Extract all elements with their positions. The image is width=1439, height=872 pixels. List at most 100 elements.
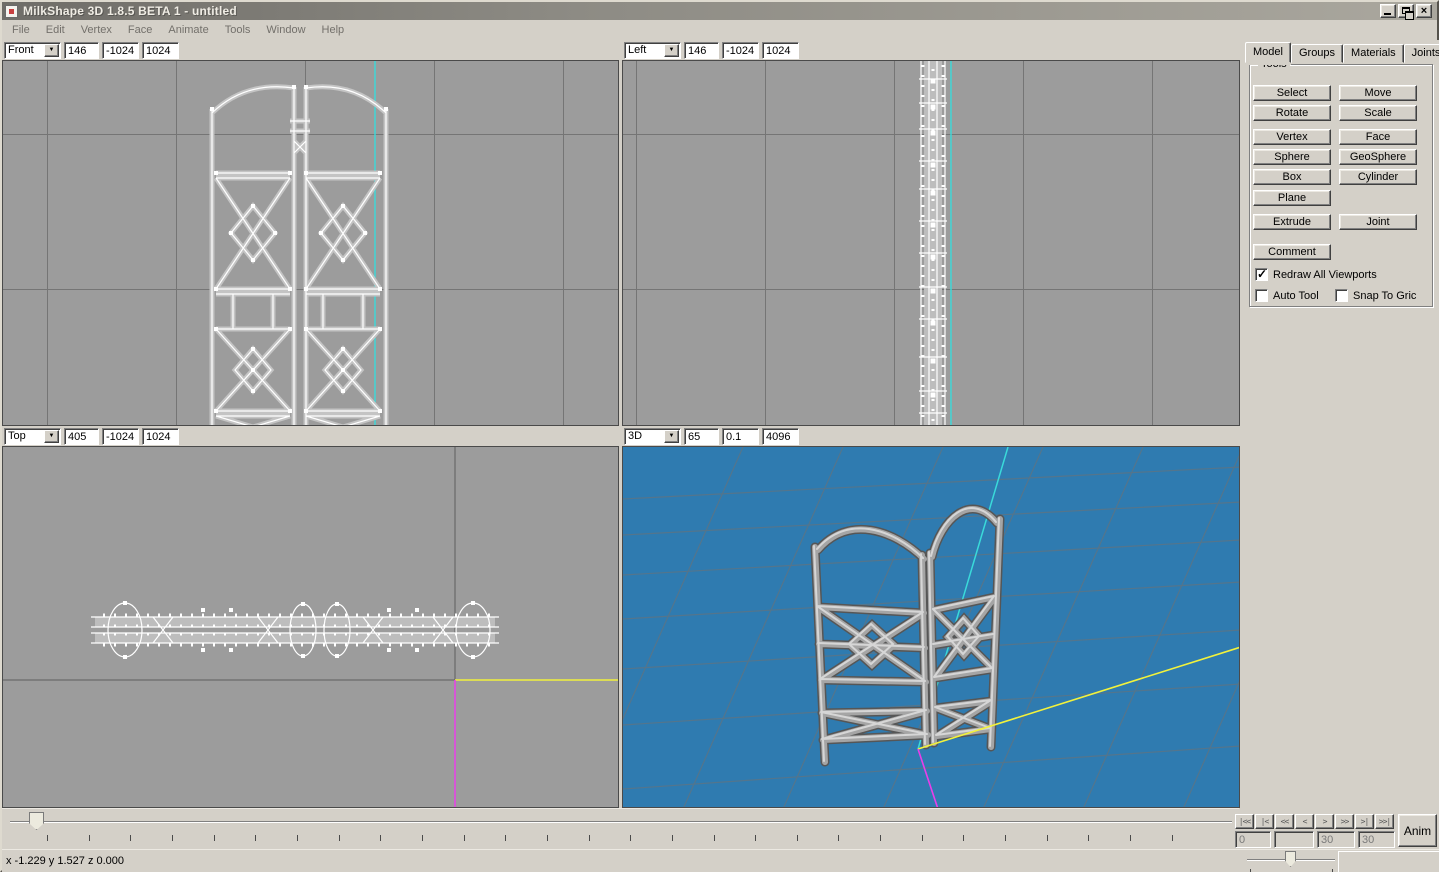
tab-model[interactable]: Model xyxy=(1245,42,1291,63)
checkbox-label: Snap To Gric xyxy=(1353,290,1416,302)
coordinates-readout: x -1.229 y 1.527 z 0.000 xyxy=(6,855,124,867)
anim-toggle-button[interactable]: Anim xyxy=(1398,814,1437,847)
select-button[interactable]: Select xyxy=(1253,85,1331,101)
3d-view-mode: 3D xyxy=(625,430,664,442)
face-button[interactable]: Face xyxy=(1339,129,1417,145)
close-button[interactable]: × xyxy=(1416,4,1432,18)
extrude-button[interactable]: Extrude xyxy=(1253,214,1331,230)
top-viewport-canvas[interactable] xyxy=(2,446,619,808)
box-button[interactable]: Box xyxy=(1253,169,1331,185)
transport-button[interactable]: > xyxy=(1315,814,1334,829)
sphere-button[interactable]: Sphere xyxy=(1253,149,1331,165)
left-viewport-canvas[interactable] xyxy=(622,60,1240,426)
front-near-field[interactable]: -1024 xyxy=(102,42,139,59)
top-far-field[interactable]: 1024 xyxy=(142,428,179,445)
milkshape-window: MilkShape 3D 1.8.5 BETA 1 - untitled × F… xyxy=(0,0,1439,872)
3d-near-field[interactable]: 0.1 xyxy=(722,428,759,445)
left-view-select[interactable]: Left ▼ xyxy=(624,42,681,59)
3d-far-field[interactable]: 4096 xyxy=(762,428,799,445)
timeline-track[interactable] xyxy=(10,821,1232,823)
chevron-down-icon[interactable]: ▼ xyxy=(44,430,59,443)
app-icon xyxy=(5,5,18,18)
transport-button[interactable]: >> xyxy=(1335,814,1354,829)
top-viewport-header: Top ▼ 405 -1024 1024 xyxy=(2,426,619,446)
menu-item[interactable]: Animate xyxy=(160,21,216,40)
checkbox-icon[interactable] xyxy=(1255,289,1268,302)
transport-button[interactable]: |<< xyxy=(1235,814,1254,829)
front-wireframe-model xyxy=(3,61,619,426)
chevron-down-icon[interactable]: ▼ xyxy=(664,44,679,57)
top-wireframe-model xyxy=(3,447,619,808)
tab-joints[interactable]: Joints xyxy=(1404,44,1439,63)
transport-button[interactable]: >>| xyxy=(1375,814,1394,829)
speed-slider-thumb[interactable] xyxy=(1285,851,1296,867)
anim-frame-current-field[interactable] xyxy=(1274,831,1314,848)
anim-frame-end-field[interactable]: 30 xyxy=(1317,831,1355,848)
rotate-button[interactable]: Rotate xyxy=(1253,105,1331,121)
comment-button[interactable]: Comment xyxy=(1253,244,1331,260)
window-title: MilkShape 3D 1.8.5 BETA 1 - untitled xyxy=(23,4,237,18)
menu-item[interactable]: Vertex xyxy=(73,21,120,40)
plane-button[interactable]: Plane xyxy=(1253,190,1331,206)
menu-item[interactable]: Window xyxy=(258,21,313,40)
scale-button[interactable]: Scale xyxy=(1339,105,1417,121)
cylinder-button[interactable]: Cylinder xyxy=(1339,169,1417,185)
front-viewport-canvas[interactable] xyxy=(2,60,619,426)
checkbox-icon[interactable] xyxy=(1335,289,1348,302)
redraw-all-viewports-checkbox[interactable]: Redraw All Viewports xyxy=(1255,268,1377,281)
move-button[interactable]: Move xyxy=(1339,85,1417,101)
3d-viewport-canvas[interactable] xyxy=(622,446,1240,808)
transport-button[interactable]: << xyxy=(1275,814,1294,829)
z-axis-line xyxy=(918,749,938,808)
tab-groups[interactable]: Groups xyxy=(1291,44,1343,63)
anim-total-frames-field[interactable]: 30 xyxy=(1358,831,1395,848)
animation-timeline[interactable] xyxy=(2,808,1239,849)
top-near-field[interactable]: -1024 xyxy=(102,428,139,445)
x-axis-line xyxy=(918,647,1240,749)
anim-frame-start-field[interactable]: 0 xyxy=(1235,831,1271,848)
status-corner-panel xyxy=(1338,851,1439,872)
close-icon: × xyxy=(1421,6,1427,16)
menu-item[interactable]: Help xyxy=(314,21,353,40)
minimize-icon xyxy=(1384,13,1391,15)
geosphere-button[interactable]: GeoSphere xyxy=(1339,149,1417,165)
auto-tool-checkbox[interactable]: Auto Tool xyxy=(1255,289,1319,302)
3d-view-select[interactable]: 3D ▼ xyxy=(624,428,681,445)
front-view-select[interactable]: Front ▼ xyxy=(4,42,61,59)
menu-item[interactable]: File xyxy=(4,21,38,40)
front-zoom-field[interactable]: 146 xyxy=(64,42,99,59)
top-view-select[interactable]: Top ▼ xyxy=(4,428,61,445)
transport-button[interactable]: |< xyxy=(1255,814,1274,829)
transport-button[interactable]: >| xyxy=(1355,814,1374,829)
side-panel: Model Groups Materials Joints Tools Sele… xyxy=(1241,40,1439,872)
transport-button[interactable]: < xyxy=(1295,814,1314,829)
left-viewport-header: Left ▼ 146 -1024 1024 xyxy=(622,40,1240,60)
minimize-button[interactable] xyxy=(1380,4,1396,18)
left-wireframe-model xyxy=(623,61,1240,426)
menu-bar: FileEditVertexFaceAnimateToolsWindowHelp xyxy=(2,20,1437,40)
snap-to-grid-checkbox[interactable]: Snap To Gric xyxy=(1335,289,1416,302)
menu-item[interactable]: Face xyxy=(120,21,160,40)
chevron-down-icon[interactable]: ▼ xyxy=(664,430,679,443)
menu-item[interactable]: Edit xyxy=(38,21,73,40)
chevron-down-icon[interactable]: ▼ xyxy=(44,44,59,57)
joint-button[interactable]: Joint xyxy=(1339,214,1417,230)
left-view-mode: Left xyxy=(625,44,664,56)
3d-fov-field[interactable]: 65 xyxy=(684,428,719,445)
left-far-field[interactable]: 1024 xyxy=(762,42,799,59)
3d-shaded-model xyxy=(623,447,1240,808)
vertex-button[interactable]: Vertex xyxy=(1253,129,1331,145)
checkbox-icon[interactable] xyxy=(1255,268,1268,281)
top-view-mode: Top xyxy=(5,430,44,442)
front-far-field[interactable]: 1024 xyxy=(142,42,179,59)
checkbox-label: Auto Tool xyxy=(1273,290,1319,302)
top-zoom-field[interactable]: 405 xyxy=(64,428,99,445)
tab-materials[interactable]: Materials xyxy=(1343,44,1404,63)
left-near-field[interactable]: -1024 xyxy=(722,42,759,59)
restore-button[interactable] xyxy=(1398,4,1414,18)
left-zoom-field[interactable]: 146 xyxy=(684,42,719,59)
timeline-ticks xyxy=(47,835,1173,843)
panel-tabs: Model Groups Materials Joints xyxy=(1245,42,1439,63)
menu-item[interactable]: Tools xyxy=(217,21,259,40)
timeline-thumb[interactable] xyxy=(29,812,44,830)
